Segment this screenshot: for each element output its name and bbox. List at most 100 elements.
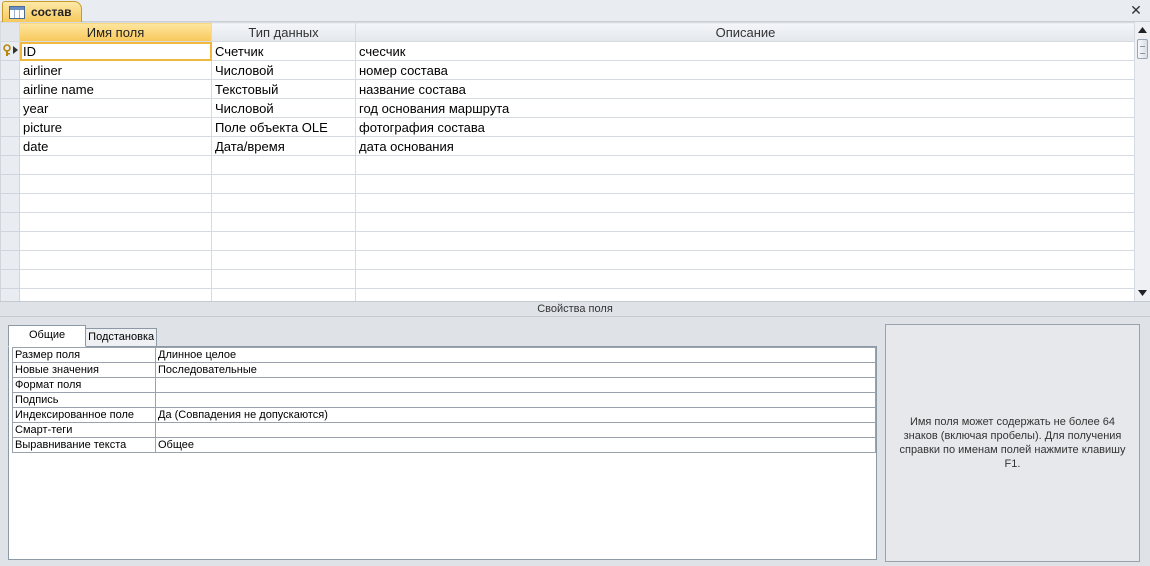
property-row[interactable]: Размер поля Длинное целое — [12, 347, 876, 363]
field-name-cell[interactable]: picture — [19, 117, 212, 137]
field-row[interactable] — [0, 269, 1136, 289]
scroll-thumb[interactable] — [1137, 39, 1148, 59]
field-name-cell[interactable]: airliner — [19, 60, 212, 80]
row-selector[interactable] — [0, 250, 20, 270]
property-value[interactable]: Последовательные — [155, 362, 876, 378]
row-selector[interactable] — [0, 174, 20, 194]
document-tab-bar: состав ✕ — [0, 0, 1150, 22]
data-type-cell[interactable]: Текстовый — [211, 79, 356, 99]
field-design-grid: Имя поля Тип данных Описание ID Счетчик сч… — [0, 22, 1150, 301]
empty-cell[interactable] — [211, 250, 356, 270]
empty-cell[interactable] — [211, 174, 356, 194]
field-name-cell[interactable]: date — [19, 136, 212, 156]
empty-cell[interactable] — [355, 250, 1136, 270]
empty-cell[interactable] — [355, 231, 1136, 251]
description-cell[interactable]: год основания маршрута — [355, 98, 1136, 118]
property-value[interactable]: Да (Совпадения не допускаются) — [155, 407, 876, 423]
empty-cell[interactable] — [355, 155, 1136, 175]
empty-cell[interactable] — [211, 231, 356, 251]
data-type-cell[interactable]: Поле объекта OLE — [211, 117, 356, 137]
field-row[interactable]: ID Счетчик счесчик — [0, 41, 1136, 61]
field-row[interactable]: date Дата/время дата основания — [0, 136, 1136, 156]
row-selector[interactable] — [0, 193, 20, 213]
empty-cell[interactable] — [19, 155, 212, 175]
empty-cell[interactable] — [19, 269, 212, 289]
row-selector[interactable] — [0, 155, 20, 175]
row-selector[interactable] — [0, 231, 20, 251]
row-selector[interactable] — [0, 60, 20, 80]
grid-vertical-scrollbar[interactable] — [1134, 22, 1150, 301]
property-value[interactable] — [155, 392, 876, 408]
empty-cell[interactable] — [19, 231, 212, 251]
property-row[interactable]: Подпись — [12, 392, 876, 408]
field-name-cell[interactable]: year — [19, 98, 212, 118]
field-row[interactable]: airliner Числовой номер состава — [0, 60, 1136, 80]
data-type-cell[interactable]: Дата/время — [211, 136, 356, 156]
row-selector[interactable] — [0, 117, 20, 137]
description-cell[interactable]: дата основания — [355, 136, 1136, 156]
row-selector[interactable] — [0, 79, 20, 99]
property-value[interactable]: Общее — [155, 437, 876, 453]
empty-cell[interactable] — [19, 174, 212, 194]
table-document-tab[interactable]: состав — [2, 1, 83, 22]
data-type-cell[interactable]: Числовой — [211, 98, 356, 118]
field-row[interactable] — [0, 174, 1136, 194]
row-selector[interactable] — [0, 41, 20, 61]
row-selector[interactable] — [0, 136, 20, 156]
property-row[interactable]: Новые значения Последовательные — [12, 362, 876, 378]
row-selector[interactable] — [0, 288, 20, 301]
empty-cell[interactable] — [19, 212, 212, 232]
description-cell[interactable]: номер состава — [355, 60, 1136, 80]
column-header-field-name[interactable]: Имя поля — [19, 22, 212, 42]
field-row[interactable] — [0, 212, 1136, 232]
scroll-down-arrow-icon[interactable] — [1135, 285, 1150, 301]
close-document-icon[interactable]: ✕ — [1128, 2, 1144, 18]
empty-cell[interactable] — [211, 155, 356, 175]
empty-cell[interactable] — [355, 269, 1136, 289]
empty-cell[interactable] — [355, 288, 1136, 301]
empty-cell[interactable] — [211, 212, 356, 232]
help-text: Имя поля может содержать не более 64 зна… — [899, 416, 1126, 470]
field-row[interactable] — [0, 155, 1136, 175]
select-all-corner[interactable] — [0, 22, 20, 42]
property-value[interactable]: Длинное целое — [155, 347, 876, 363]
property-label: Размер поля — [12, 347, 156, 363]
description-cell[interactable]: счесчик — [355, 41, 1136, 61]
field-row[interactable] — [0, 288, 1136, 301]
row-selector[interactable] — [0, 269, 20, 289]
column-header-data-type[interactable]: Тип данных — [211, 22, 356, 42]
property-value[interactable] — [155, 422, 876, 438]
field-row[interactable]: airline name Текстовый название состава — [0, 79, 1136, 99]
column-header-description[interactable]: Описание — [355, 22, 1136, 42]
row-selector[interactable] — [0, 98, 20, 118]
property-row[interactable]: Выравнивание текста Общее — [12, 437, 876, 453]
empty-cell[interactable] — [211, 193, 356, 213]
row-selector[interactable] — [0, 212, 20, 232]
empty-cell[interactable] — [19, 250, 212, 270]
field-row[interactable] — [0, 250, 1136, 270]
property-value[interactable] — [155, 377, 876, 393]
field-row[interactable]: picture Поле объекта OLE фотография состав… — [0, 117, 1136, 137]
description-cell[interactable]: фотография состава — [355, 117, 1136, 137]
field-row[interactable]: year Числовой год основания маршрута — [0, 98, 1136, 118]
field-name-cell[interactable]: ID — [19, 41, 212, 61]
empty-cell[interactable] — [355, 193, 1136, 213]
data-type-cell[interactable]: Счетчик — [211, 41, 356, 61]
property-row[interactable]: Индексированное поле Да (Совпадения не до… — [12, 407, 876, 423]
field-name-cell[interactable]: airline name — [19, 79, 212, 99]
empty-cell[interactable] — [355, 212, 1136, 232]
empty-cell[interactable] — [19, 288, 212, 301]
empty-cell[interactable] — [211, 269, 356, 289]
empty-cell[interactable] — [211, 288, 356, 301]
empty-cell[interactable] — [355, 174, 1136, 194]
property-row[interactable]: Смарт-теги — [12, 422, 876, 438]
data-type-cell[interactable]: Числовой — [211, 60, 356, 80]
empty-cell[interactable] — [19, 193, 212, 213]
tab-general[interactable]: Общие — [8, 325, 87, 347]
scroll-up-arrow-icon[interactable] — [1135, 22, 1150, 38]
field-row[interactable] — [0, 193, 1136, 213]
field-row[interactable] — [0, 231, 1136, 251]
description-cell[interactable]: название состава — [355, 79, 1136, 99]
property-row[interactable]: Формат поля — [12, 377, 876, 393]
tab-lookup[interactable]: Подстановка — [85, 328, 158, 347]
